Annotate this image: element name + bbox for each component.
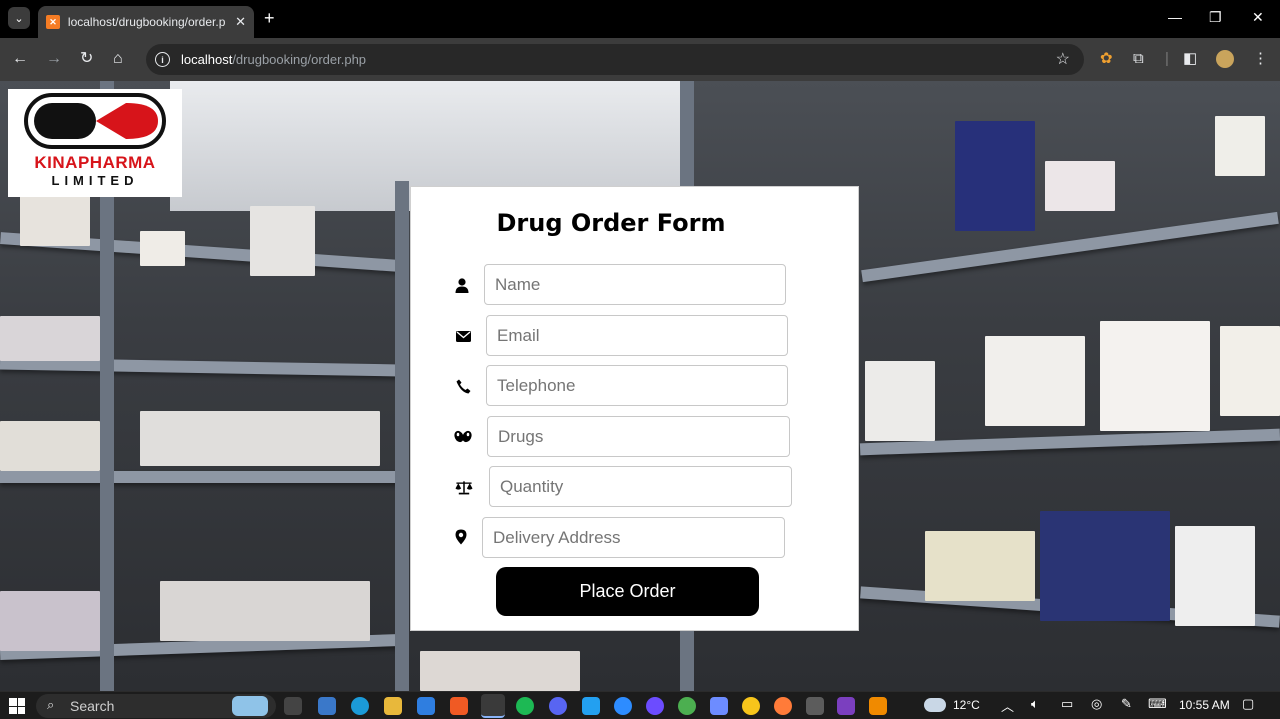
tab-title: localhost/drugbooking/order.p xyxy=(67,15,226,29)
pen-icon[interactable]: ✎ xyxy=(1121,696,1132,712)
active-tab[interactable]: ✕ localhost/drugbooking/order.p ✕ xyxy=(38,6,254,38)
discord-icon[interactable] xyxy=(549,697,567,715)
search-highlight-icon xyxy=(232,696,268,716)
quantity-input[interactable] xyxy=(489,466,792,507)
site-info-icon[interactable]: i xyxy=(155,52,170,67)
browser-toolbar: ← → ↻ ⌂ i localhost/drugbooking/order.ph… xyxy=(0,38,1280,81)
keyboard-icon[interactable]: ⌨︎ xyxy=(1148,696,1167,712)
windows-taskbar: ⌕ Search 12°C ︿ 🔈︎ ▭ ◎ ✎ ⌨︎ 10:55 AM ▢ xyxy=(0,691,1280,719)
drugs-input[interactable] xyxy=(487,416,790,457)
tab-search-button[interactable]: ⌄ xyxy=(8,7,30,29)
app-icon-triangle[interactable] xyxy=(710,697,728,715)
user-icon xyxy=(453,276,471,294)
windows-start-icon[interactable] xyxy=(9,698,25,714)
telephone-input[interactable] xyxy=(486,365,788,406)
battery-icon[interactable]: ▭ xyxy=(1061,696,1073,712)
app-icon-green[interactable] xyxy=(678,697,696,715)
file-explorer-icon[interactable] xyxy=(384,697,402,715)
name-input[interactable] xyxy=(484,264,786,305)
extensions-puzzle-icon[interactable]: ⧉ xyxy=(1133,49,1144,69)
toolbar-divider: | xyxy=(1165,50,1169,67)
menu-kebab-icon[interactable]: ⋮ xyxy=(1253,49,1268,69)
widgets-icon[interactable] xyxy=(318,697,336,715)
tab-strip: ⌄ ✕ localhost/drugbooking/order.p ✕ + — … xyxy=(0,0,1280,38)
logo-text-limited: LIMITED xyxy=(51,173,139,188)
vlc-icon[interactable] xyxy=(869,697,887,715)
scale-icon xyxy=(455,478,473,496)
map-marker-icon xyxy=(452,528,470,546)
delivery-address-input[interactable] xyxy=(482,517,785,558)
taskbar-search[interactable]: ⌕ Search xyxy=(36,694,276,718)
close-window-button[interactable]: ✕ xyxy=(1252,9,1264,26)
weather-cloud-icon[interactable] xyxy=(924,698,946,712)
network-globe-icon[interactable]: ◎ xyxy=(1091,696,1102,712)
phone-icon xyxy=(454,377,472,395)
volume-icon[interactable]: 🔈︎ xyxy=(1031,696,1039,712)
logo-text-brand: KINAPHARMA xyxy=(34,153,156,172)
search-icon: ⌕ xyxy=(47,697,55,712)
back-button[interactable]: ← xyxy=(12,49,28,69)
new-tab-button[interactable]: + xyxy=(264,8,275,28)
app-icon-orange[interactable] xyxy=(774,697,792,715)
extension-icon[interactable]: ✿ xyxy=(1100,49,1113,69)
chrome-icon[interactable] xyxy=(481,694,505,718)
app-icon-purple[interactable] xyxy=(646,697,664,715)
reload-button[interactable]: ↻ xyxy=(80,49,93,69)
app-icon-shield[interactable] xyxy=(806,697,824,715)
minimize-button[interactable]: — xyxy=(1168,9,1182,25)
restore-button[interactable]: ❐ xyxy=(1209,9,1222,26)
page-viewport: KINAPHARMA LIMITED Drug Order Form Name … xyxy=(0,81,1280,691)
xampp-favicon-icon: ✕ xyxy=(46,15,60,29)
tray-chevron-icon[interactable]: ︿ xyxy=(1001,696,1014,715)
app-icon-yellow[interactable] xyxy=(742,697,760,715)
onenote-icon[interactable] xyxy=(837,697,855,715)
url-path: /drugbooking/order.php xyxy=(232,52,367,67)
mail-icon[interactable] xyxy=(417,697,435,715)
place-order-button[interactable]: Place Order xyxy=(496,567,759,616)
pills-icon xyxy=(454,427,472,445)
email-input[interactable] xyxy=(486,315,788,356)
bookmark-star-icon[interactable]: ☆ xyxy=(1056,49,1070,69)
home-button[interactable]: ⌂ xyxy=(113,49,123,69)
envelope-icon xyxy=(454,327,472,345)
spotify-icon[interactable] xyxy=(516,697,534,715)
address-bar[interactable]: i localhost/drugbooking/order.php ☆ xyxy=(146,44,1084,75)
task-view-icon[interactable] xyxy=(284,697,302,715)
edge-icon[interactable] xyxy=(351,697,369,715)
capsule-logo-icon xyxy=(24,93,166,149)
taskbar-search-label: Search xyxy=(70,698,115,714)
forward-button[interactable]: → xyxy=(46,49,62,69)
notification-icon[interactable]: ▢ xyxy=(1242,696,1254,712)
url-host: localhost xyxy=(181,52,233,67)
zoom-icon[interactable] xyxy=(614,697,632,715)
clock-time[interactable]: 10:55 AM xyxy=(1179,698,1230,712)
profile-avatar[interactable] xyxy=(1216,50,1234,68)
brave-icon[interactable] xyxy=(450,697,468,715)
kinapharma-logo: KINAPHARMA LIMITED xyxy=(8,89,182,197)
vscode-icon[interactable] xyxy=(582,697,600,715)
side-panel-icon[interactable]: ◧ xyxy=(1183,49,1197,69)
weather-temperature: 12°C xyxy=(953,698,980,712)
tab-close-icon[interactable]: ✕ xyxy=(235,14,246,30)
drug-order-form: Drug Order Form Place Order xyxy=(410,186,859,631)
form-title: Drug Order Form xyxy=(496,209,726,237)
